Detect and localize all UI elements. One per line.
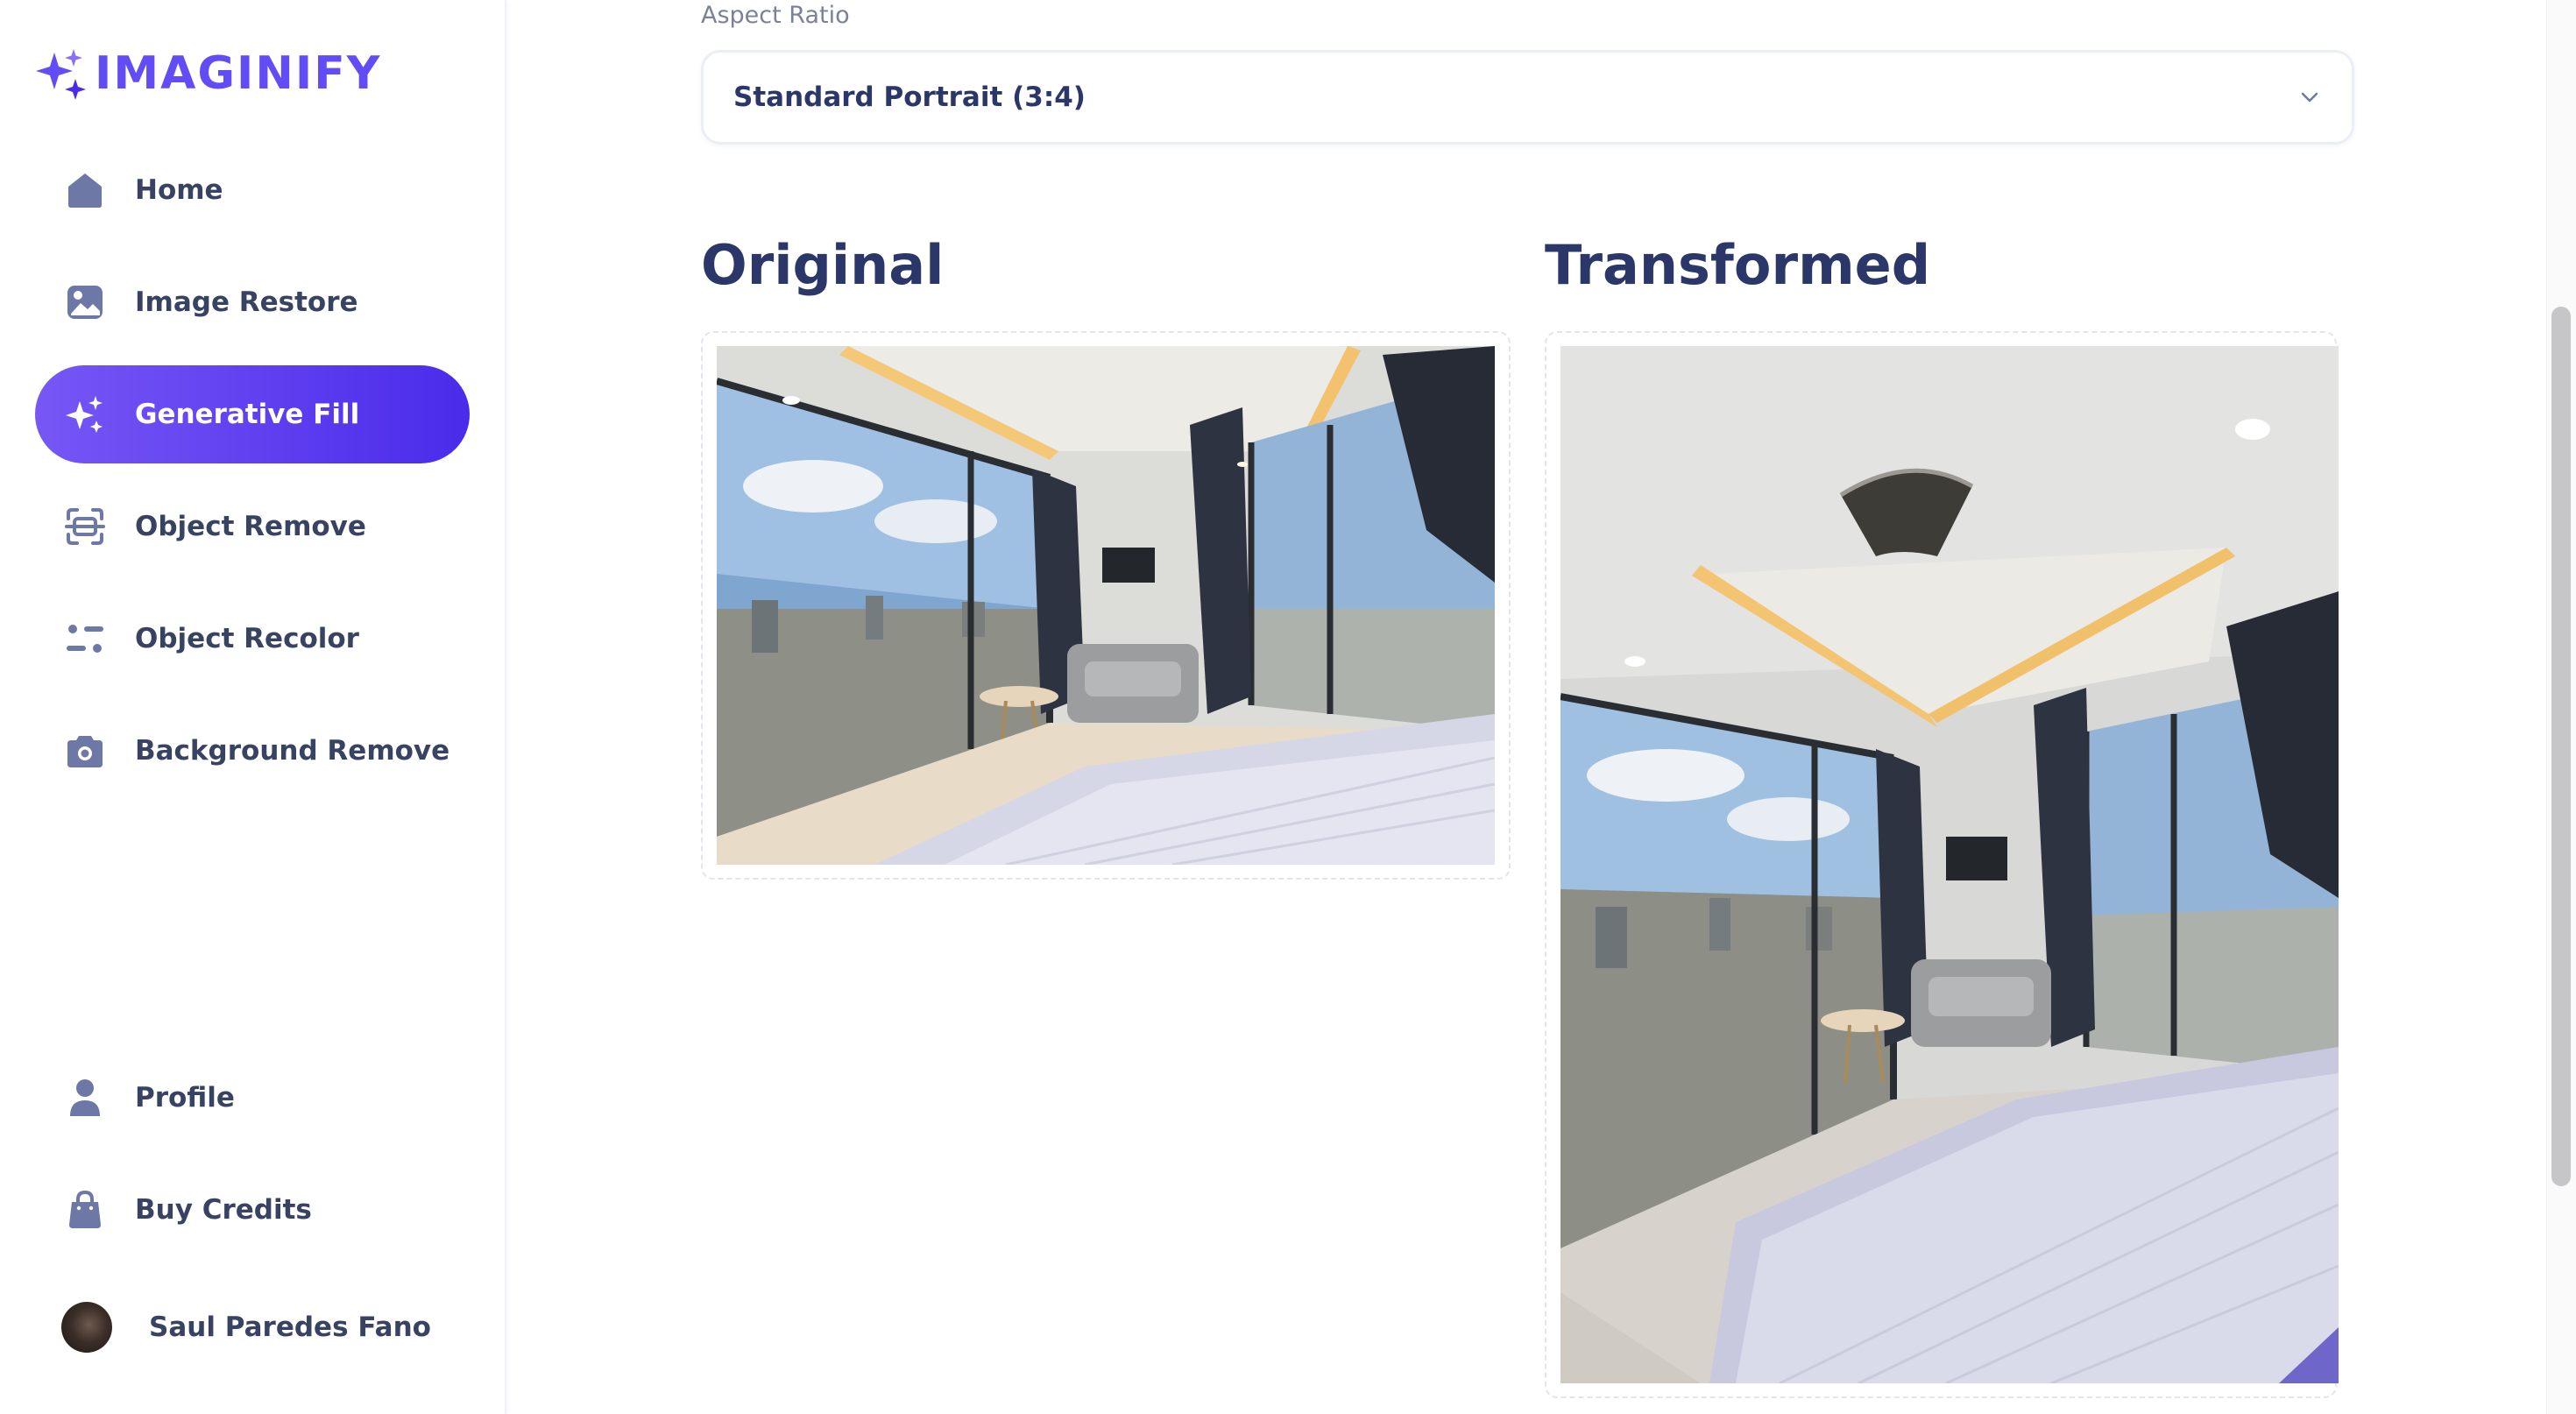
avatar bbox=[61, 1302, 112, 1353]
user-profile-button[interactable]: Saul Paredes Fano bbox=[61, 1302, 431, 1353]
sidebar-item-object-recolor[interactable]: Object Recolor bbox=[35, 590, 470, 688]
sidebar-item-label: Buy Credits bbox=[135, 1194, 312, 1226]
image-icon bbox=[67, 286, 103, 319]
sidebar-item-image-restore[interactable]: Image Restore bbox=[35, 253, 470, 351]
sidebar-item-label: Object Recolor bbox=[135, 623, 359, 654]
sidebar: IMAGINIFY Home Image Restore Generative … bbox=[0, 0, 506, 1414]
sparkle-logo-icon bbox=[36, 49, 86, 100]
sidebar-item-label: Image Restore bbox=[135, 286, 358, 318]
aspect-ratio-value: Standard Portrait (3:4) bbox=[733, 81, 1086, 113]
sidebar-item-label: Generative Fill bbox=[135, 399, 360, 430]
sidebar-item-buy-credits[interactable]: Buy Credits bbox=[35, 1161, 470, 1259]
camera-icon bbox=[67, 736, 103, 767]
user-icon bbox=[70, 1079, 100, 1116]
app-name: IMAGINIFY bbox=[95, 47, 382, 100]
stars-icon bbox=[66, 396, 103, 433]
sidebar-item-home[interactable]: Home bbox=[35, 141, 470, 239]
sidebar-item-profile[interactable]: Profile bbox=[35, 1049, 470, 1147]
main-content: Aspect Ratio Standard Portrait (3:4) Ori… bbox=[508, 0, 2576, 1414]
transformed-image-frame bbox=[1545, 331, 2339, 1398]
sidebar-item-label: Object Remove bbox=[135, 511, 366, 542]
transformed-title: Transformed bbox=[1545, 233, 1931, 297]
aspect-ratio-select[interactable]: Standard Portrait (3:4) bbox=[701, 50, 2354, 145]
sidebar-item-label: Home bbox=[135, 174, 223, 206]
original-image-frame bbox=[701, 331, 1511, 880]
sidebar-item-generative-fill[interactable]: Generative Fill bbox=[35, 365, 470, 463]
transformed-image bbox=[1560, 346, 2339, 1383]
original-title: Original bbox=[701, 233, 945, 297]
shopping-bag-icon bbox=[69, 1190, 101, 1228]
filter-icon bbox=[67, 625, 103, 653]
chevron-down-icon bbox=[2301, 92, 2318, 103]
aspect-ratio-label: Aspect Ratio bbox=[701, 2, 850, 29]
scrollbar-thumb[interactable] bbox=[2551, 307, 2571, 1186]
sidebar-item-label: Profile bbox=[135, 1082, 235, 1114]
sidebar-item-label: Background Remove bbox=[135, 735, 450, 767]
home-icon bbox=[68, 173, 102, 208]
user-name: Saul Paredes Fano bbox=[149, 1311, 431, 1343]
scan-icon bbox=[65, 508, 105, 545]
sidebar-item-object-remove[interactable]: Object Remove bbox=[35, 477, 470, 576]
sidebar-item-background-remove[interactable]: Background Remove bbox=[35, 702, 470, 800]
app-logo[interactable]: IMAGINIFY bbox=[35, 47, 381, 100]
original-image bbox=[717, 346, 1495, 865]
